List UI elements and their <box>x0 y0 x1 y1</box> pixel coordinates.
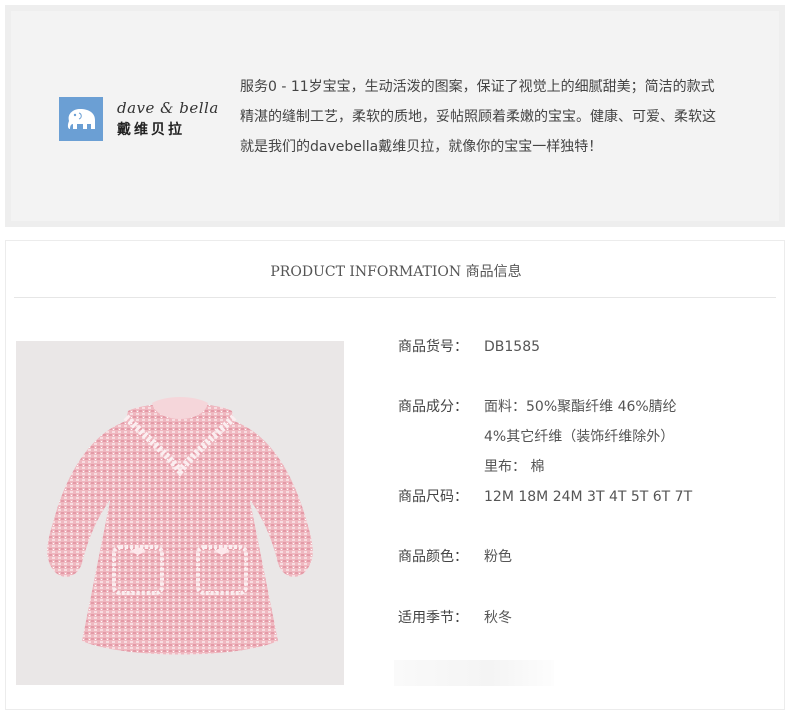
spec-label: 商品颜色： <box>398 549 468 565</box>
brand-description-line: 就是我们的davebella戴维贝拉，就像你的宝宝一样独特！ <box>240 139 603 155</box>
logo-text-cn: 戴维贝拉 <box>117 122 185 138</box>
pink-dress-illustration <box>47 397 313 655</box>
size-value: 12M 18M 24M 3T 4T 5T 6T 7T <box>484 489 693 505</box>
section-divider <box>14 297 776 298</box>
spec-material: 商品成分： 面料：50%聚酯纤维 46%腈纶 <box>398 396 677 416</box>
color-value: 粉色 <box>484 549 512 565</box>
faded-image-fragment <box>394 660 554 686</box>
spec-label: 商品成分： <box>398 399 468 415</box>
elephant-logo-icon <box>59 97 103 141</box>
material-value: 面料：50%聚酯纤维 46%腈纶 <box>484 399 677 415</box>
spec-label: 商品尺码： <box>398 489 468 505</box>
brand-description-line: 精湛的缝制工艺，柔软的质地，妥帖照顾着柔嫩的宝宝。健康、可爱、柔软这 <box>240 109 716 125</box>
brand-description: 服务0 - 11岁宝宝，生动活泼的图案，保证了视觉上的细腻甜美；简洁的款式 精湛… <box>240 72 755 162</box>
logo-text-en: dave & bella <box>117 99 219 117</box>
spec-label: 商品货号： <box>398 339 468 355</box>
spec-label: 适用季节： <box>398 610 468 626</box>
section-title: PRODUCT INFORMATION 商品信息 <box>270 264 522 280</box>
material-value: 里布： 棉 <box>484 459 545 475</box>
season-value: 秋冬 <box>484 610 512 626</box>
sku-value: DB1585 <box>484 339 541 355</box>
spec-sku: 商品货号： DB1585 <box>398 336 540 356</box>
product-photo <box>16 341 344 685</box>
spec-season: 适用季节： 秋冬 <box>398 607 512 627</box>
material-value: 4%其它纤维（装饰纤维除外） <box>484 429 675 445</box>
spec-color: 商品颜色： 粉色 <box>398 546 512 566</box>
brand-description-line: 服务0 - 11岁宝宝，生动活泼的图案，保证了视觉上的细腻甜美；简洁的款式 <box>240 79 715 95</box>
brand-banner: dave & bella 戴维贝拉 服务0 - 11岁宝宝，生动活泼的图案，保证… <box>5 5 785 227</box>
spec-size: 商品尺码： 12M 18M 24M 3T 4T 5T 6T 7T <box>398 486 692 506</box>
